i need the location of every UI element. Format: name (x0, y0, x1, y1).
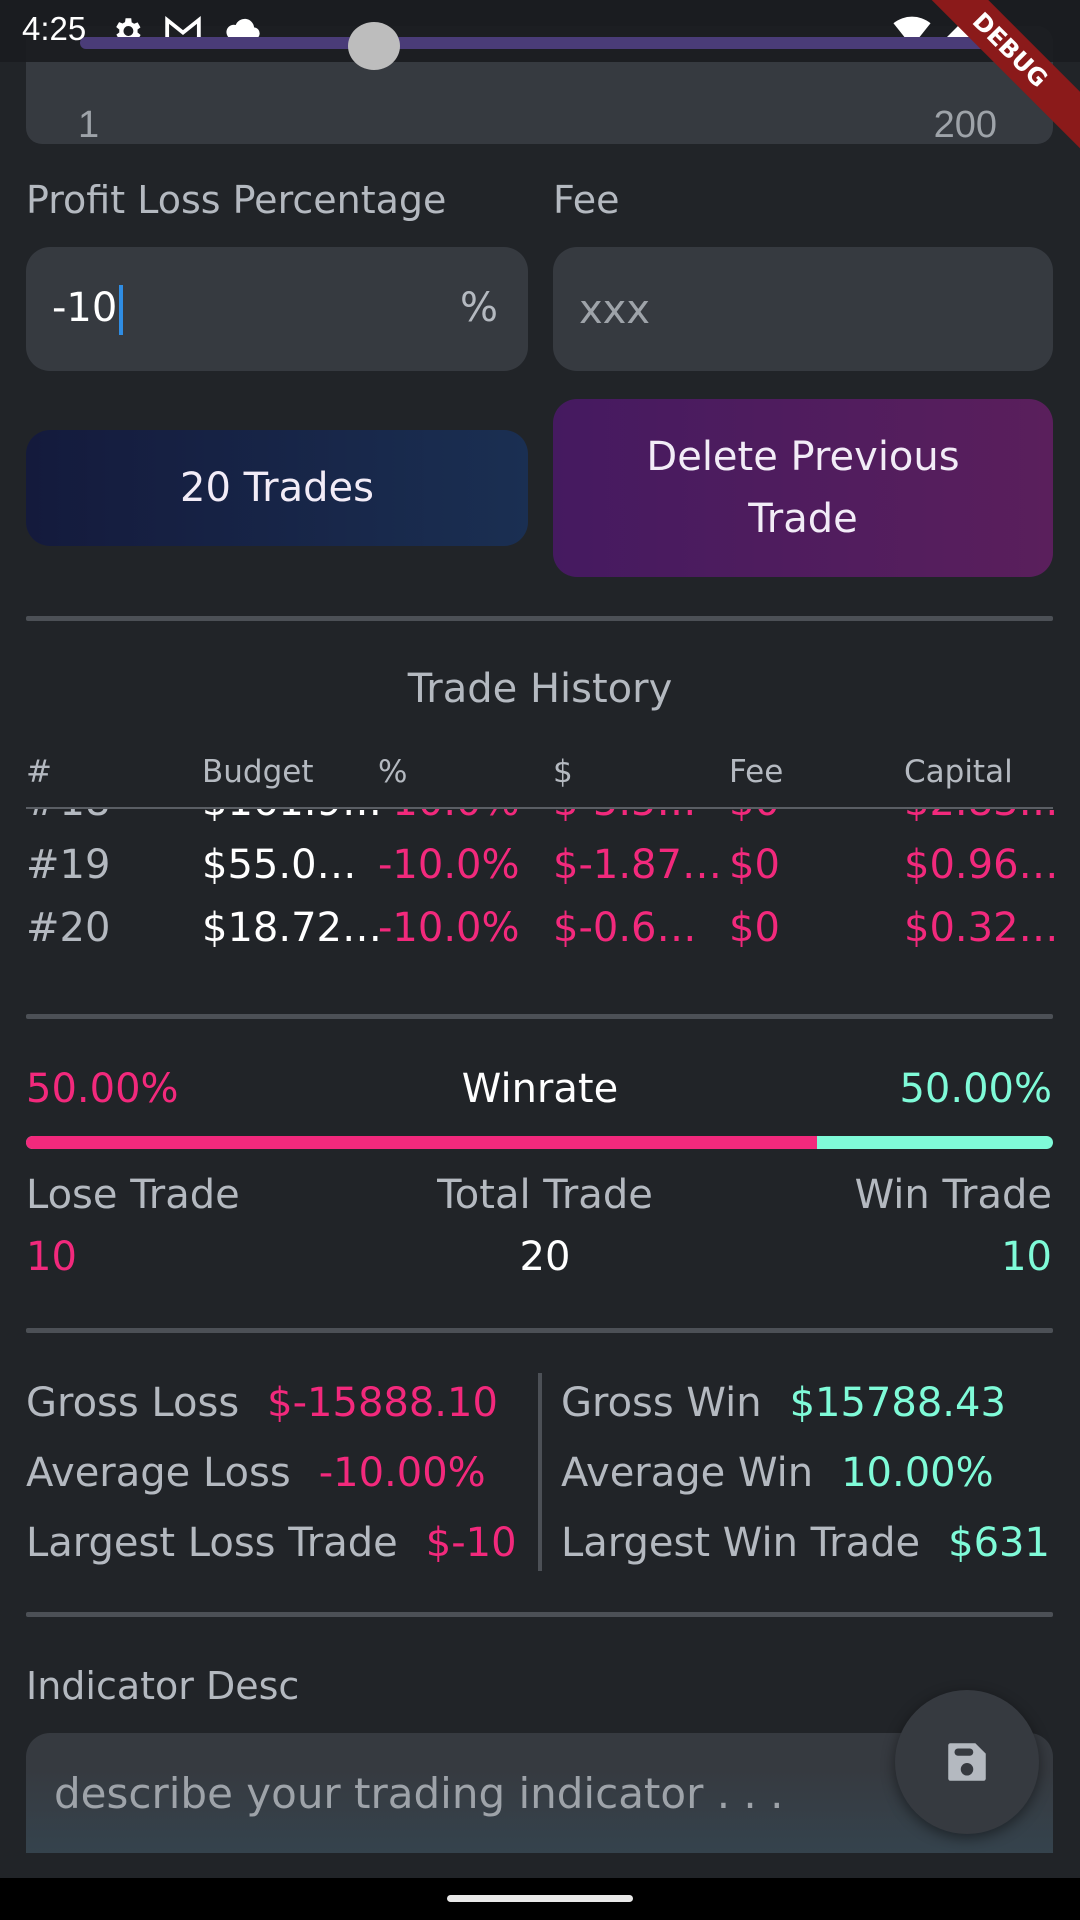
indicator-desc-label: Indicator Desc (26, 1664, 300, 1708)
winrate-lose-fill (26, 1136, 817, 1149)
row-capital: $0.96… (904, 842, 1059, 888)
row-percent: -10.0% (378, 842, 520, 888)
win-trade-count: 10 (1001, 1234, 1052, 1280)
gross-loss-metric: Gross Loss $-15888.10 (26, 1380, 522, 1426)
row-percent: -10.0% (378, 905, 520, 951)
percent-suffix: % (459, 285, 498, 331)
metric-value: 10.00% (841, 1450, 994, 1496)
win-trade-label: Win Trade (854, 1172, 1052, 1218)
table-row: #19 $55.0… -10.0% $-1.87… $0 $0.96… (0, 842, 1080, 904)
metric-value: $15788.43 (789, 1380, 1006, 1426)
trade-history-list[interactable]: #18 $161.9… -10.0% $-5.5… $0 $2.83… #19 … (0, 809, 1080, 989)
column-header-budget: Budget (202, 754, 314, 790)
row-budget: $161.9… (202, 809, 382, 825)
metric-label: Gross Win (561, 1380, 762, 1426)
metric-label: Gross Loss (26, 1380, 240, 1426)
row-amount: $-5.5… (553, 809, 697, 825)
range-min-label: 1 (78, 104, 100, 146)
divider (26, 1014, 1053, 1019)
fee-label: Fee (553, 178, 620, 222)
fee-placeholder: xxx (579, 287, 651, 333)
row-budget: $18.72… (202, 905, 382, 951)
indicator-desc-placeholder: describe your trading indicator . . . (54, 1769, 784, 1818)
divider (26, 616, 1053, 621)
status-bar: 4:25 (0, 0, 1080, 62)
row-number: #18 (26, 809, 110, 825)
column-header-amount: $ (553, 754, 573, 790)
row-fee: $0 (729, 905, 780, 951)
row-amount: $-0.6… (553, 905, 697, 951)
row-fee: $0 (729, 809, 780, 825)
profit-loss-label: Profit Loss Percentage (26, 178, 447, 222)
save-icon (948, 1743, 986, 1781)
column-header-fee: Fee (729, 754, 784, 790)
average-win-metric: Average Win 10.00% (561, 1450, 1053, 1496)
gross-win-metric: Gross Win $15788.43 (561, 1380, 1053, 1426)
row-capital: $2.83… (904, 809, 1059, 825)
trades-button[interactable]: 20 Trades (26, 430, 528, 546)
profit-loss-input[interactable]: -10 % (26, 247, 528, 371)
column-header-percent: % (378, 754, 408, 790)
range-max-label: 200 (933, 104, 997, 146)
winrate-bar (26, 1136, 1053, 1149)
row-fee: $0 (729, 842, 780, 888)
win-percentage: 50.00% (899, 1066, 1052, 1112)
metric-label: Average Win (561, 1450, 814, 1496)
total-trade-count: 20 (519, 1234, 571, 1280)
metric-label: Average Loss (26, 1450, 291, 1496)
largest-win-metric: Largest Win Trade $631 (561, 1520, 1053, 1566)
metric-label: Largest Loss Trade (26, 1520, 398, 1566)
table-row: #18 $161.9… -10.0% $-5.5… $0 $2.83… (0, 809, 1080, 841)
column-header-capital: Capital (904, 754, 1013, 790)
table-row: #20 $18.72… -10.0% $-0.6… $0 $0.32… (0, 905, 1080, 967)
metric-value: $631 (948, 1520, 1050, 1566)
profit-loss-value: -10 (52, 285, 124, 335)
metric-value: -10.00% (318, 1450, 486, 1496)
trade-history-title: Trade History (407, 666, 673, 712)
metrics-vertical-divider (538, 1373, 542, 1571)
largest-loss-metric: Largest Loss Trade $-10 (26, 1520, 522, 1566)
row-amount: $-1.87… (553, 842, 722, 888)
home-handle[interactable] (447, 1895, 633, 1902)
trading-journal-screen: 1 200 4:25 DEBUG Profit Loss Percentage … (0, 0, 1080, 1920)
average-loss-metric: Average Loss -10.00% (26, 1450, 522, 1496)
divider (26, 1328, 1053, 1333)
fee-input[interactable]: xxx (553, 247, 1053, 371)
row-percent: -10.0% (378, 809, 520, 825)
metric-label: Largest Win Trade (561, 1520, 921, 1566)
metric-value: $-10 (425, 1520, 517, 1566)
navigation-bar (0, 1878, 1080, 1920)
status-time: 4:25 (22, 10, 87, 47)
trade-count-slider[interactable] (80, 37, 1000, 49)
metric-value: $-15888.10 (267, 1380, 498, 1426)
delete-previous-trade-button[interactable]: Delete Previous Trade (553, 399, 1053, 577)
column-header-number: # (26, 754, 52, 790)
text-caret (119, 285, 124, 335)
row-number: #20 (26, 905, 111, 951)
save-button[interactable] (895, 1690, 1039, 1834)
divider (26, 1612, 1053, 1617)
row-capital: $0.32… (904, 905, 1059, 951)
row-budget: $55.0… (202, 842, 357, 888)
row-number: #19 (26, 842, 111, 888)
